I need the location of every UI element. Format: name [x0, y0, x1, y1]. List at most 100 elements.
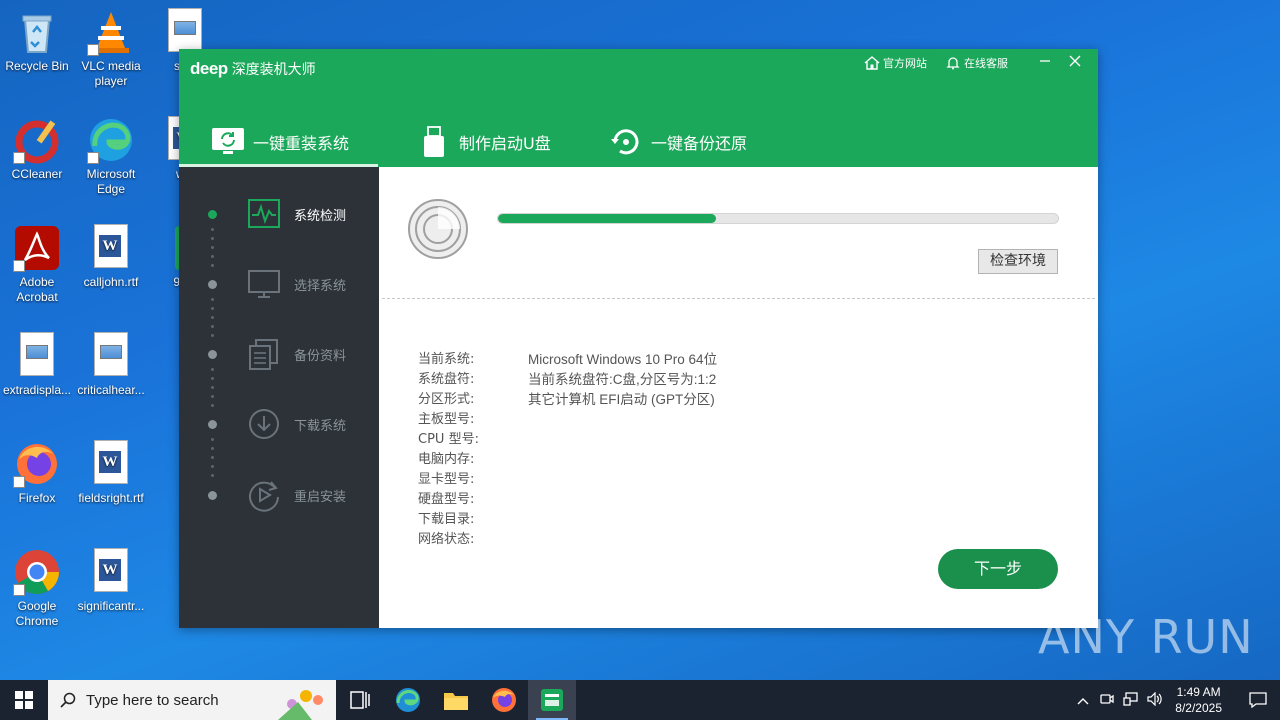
header-links: 官方网站 在线客服 — [864, 54, 1086, 72]
step-label: 备份资料 — [294, 348, 347, 364]
desktop-icon-label: CCleaner — [11, 167, 63, 181]
info-value: Microsoft Windows 10 Pro 64位 — [528, 352, 718, 367]
tab-backup-restore[interactable]: 一键备份还原 — [609, 117, 747, 167]
tab-label: 一键备份还原 — [651, 134, 748, 153]
close-button[interactable] — [1064, 54, 1086, 72]
taskbar-firefox[interactable] — [480, 680, 528, 720]
edge-icon — [87, 116, 135, 164]
desktop-icon-label: fieldsright.rtf — [78, 491, 144, 505]
download-icon — [249, 409, 279, 439]
taskbar-search-box[interactable]: Type here to search — [48, 680, 336, 720]
main-panel: 检查环境 当前系统: Microsoft Windows 10 Pro 64位 系… — [379, 167, 1098, 628]
edge-icon — [396, 688, 420, 712]
logo-text-cn: 深度装机大师 — [231, 62, 316, 78]
monitor-icon — [248, 270, 280, 298]
info-key: 显卡型号: — [418, 472, 475, 487]
minimize-button[interactable] — [1034, 54, 1056, 72]
step-dot — [208, 419, 217, 429]
desktop-icon-microsoft-edge[interactable]: Microsoft Edge — [74, 116, 148, 197]
recycle-bin-icon — [13, 8, 61, 56]
word-document-icon: W — [87, 224, 135, 272]
info-value: 当前系统盘符:C盘,分区号为:1:2 — [528, 372, 717, 387]
search-placeholder: Type here to search — [86, 691, 219, 709]
desktop-icon-ccleaner[interactable]: CCleaner — [0, 116, 74, 182]
info-key: 下载目录: — [418, 512, 475, 527]
desktop-icon-calljohn[interactable]: W calljohn.rtf — [74, 224, 148, 290]
firefox-icon — [492, 688, 516, 712]
pulse-monitor-icon — [248, 199, 280, 228]
volume-icon[interactable] — [1143, 691, 1167, 709]
anyrun-watermark: ANY RUN — [1038, 610, 1254, 664]
desktop-icon-vlc[interactable]: VLC media player — [74, 8, 148, 89]
step-dot — [208, 349, 217, 359]
desktop-icon-criticalhear[interactable]: criticalhear... — [74, 332, 148, 398]
documents-icon — [249, 339, 278, 370]
taskbar-clock[interactable]: 1:49 AM 8/2/2025 — [1175, 684, 1222, 716]
firefox-icon — [13, 440, 61, 488]
meet-now-icon[interactable] — [1095, 692, 1119, 709]
info-row: CPU 型号: — [418, 430, 717, 450]
check-environment-button[interactable]: 检查环境 — [978, 249, 1058, 274]
start-button[interactable] — [0, 680, 48, 720]
next-step-button[interactable]: 下一步 — [938, 549, 1058, 589]
desktop-icon-google-chrome[interactable]: Google Chrome — [0, 548, 74, 629]
clock-date: 8/2/2025 — [1175, 701, 1222, 715]
desktop-icon-recycle-bin[interactable]: Recycle Bin — [0, 8, 74, 74]
info-key: 硬盘型号: — [418, 492, 475, 507]
watermark-text: ANY RUN — [1038, 610, 1254, 664]
window-header: deep 深度装机大师 官方网站 在线客服 一键重装系统 制作启动U盘 一键备份… — [179, 49, 1098, 167]
step-backup-data: 备份资料 — [179, 334, 379, 374]
official-site-label: 官方网站 — [883, 57, 927, 70]
usb-drive-icon — [417, 125, 451, 159]
scan-disc-icon — [408, 199, 468, 259]
step-dot — [208, 279, 217, 289]
desktop-icon-extradispla[interactable]: extradispla... — [0, 332, 74, 398]
taskbar-edge[interactable] — [384, 680, 432, 720]
step-download-system: 下载系统 — [179, 404, 379, 444]
main-tabs: 一键重装系统 制作启动U盘 一键备份还原 — [179, 117, 1098, 167]
progress-fill — [498, 214, 717, 223]
desktop-icon-adobe-acrobat[interactable]: Adobe Acrobat — [0, 224, 74, 305]
desktop-icon-fieldsright[interactable]: W fieldsright.rtf — [74, 440, 148, 506]
shortcut-arrow-icon — [13, 584, 25, 596]
tab-label: 一键重装系统 — [253, 134, 350, 153]
taskbar-deep-installer[interactable] — [528, 680, 576, 720]
info-row: 下载目录: — [418, 510, 717, 530]
tab-label: 制作启动U盘 — [459, 134, 551, 153]
official-site-link[interactable]: 官方网站 — [864, 55, 927, 71]
desktop-icon-label: significantr... — [77, 599, 145, 613]
restart-play-icon — [249, 481, 279, 512]
step-select-system: 选择系统 — [179, 264, 379, 304]
info-row: 分区形式: 其它计算机 EFI启动 (GPT分区) — [418, 390, 717, 410]
taskbar: Type here to search 1:49 AM 8/2/2025 — [0, 680, 1280, 720]
tab-make-usb[interactable]: 制作启动U盘 — [417, 117, 551, 167]
desktop-icon-firefox[interactable]: Firefox — [0, 440, 74, 506]
info-key: 主板型号: — [418, 412, 475, 427]
step-label: 选择系统 — [294, 278, 347, 294]
desktop-icon-label: extradispla... — [2, 383, 72, 397]
desktop-icon-significantr[interactable]: W significantr... — [74, 548, 148, 614]
network-icon[interactable] — [1119, 691, 1143, 709]
image-file-icon — [87, 332, 135, 380]
info-key: 当前系统: — [418, 352, 475, 367]
step-label: 系统检测 — [294, 208, 347, 224]
bell-icon — [945, 55, 961, 71]
task-view-button[interactable] — [336, 680, 384, 720]
deep-installer-icon — [541, 689, 563, 711]
online-service-link[interactable]: 在线客服 — [945, 55, 1008, 71]
shortcut-arrow-icon — [13, 476, 25, 488]
close-icon — [1069, 55, 1081, 67]
detection-progress-bar — [497, 213, 1059, 224]
word-document-icon: W — [87, 440, 135, 488]
taskbar-file-explorer[interactable] — [432, 680, 480, 720]
steps-sidebar: 系统检测 选择系统 备份资料 下载系统 重启安装 — [179, 167, 379, 628]
info-value: 其它计算机 EFI启动 (GPT分区) — [528, 392, 715, 407]
chevron-up-icon[interactable] — [1071, 693, 1095, 708]
clock-time: 1:49 AM — [1176, 685, 1221, 699]
notification-icon — [1249, 692, 1267, 708]
step-label: 下载系统 — [294, 418, 347, 434]
notification-center-button[interactable] — [1236, 680, 1280, 720]
desktop-icon-label: Microsoft Edge — [86, 167, 136, 196]
tab-reinstall-system[interactable]: 一键重装系统 — [179, 117, 378, 167]
word-document-icon: W — [87, 548, 135, 596]
